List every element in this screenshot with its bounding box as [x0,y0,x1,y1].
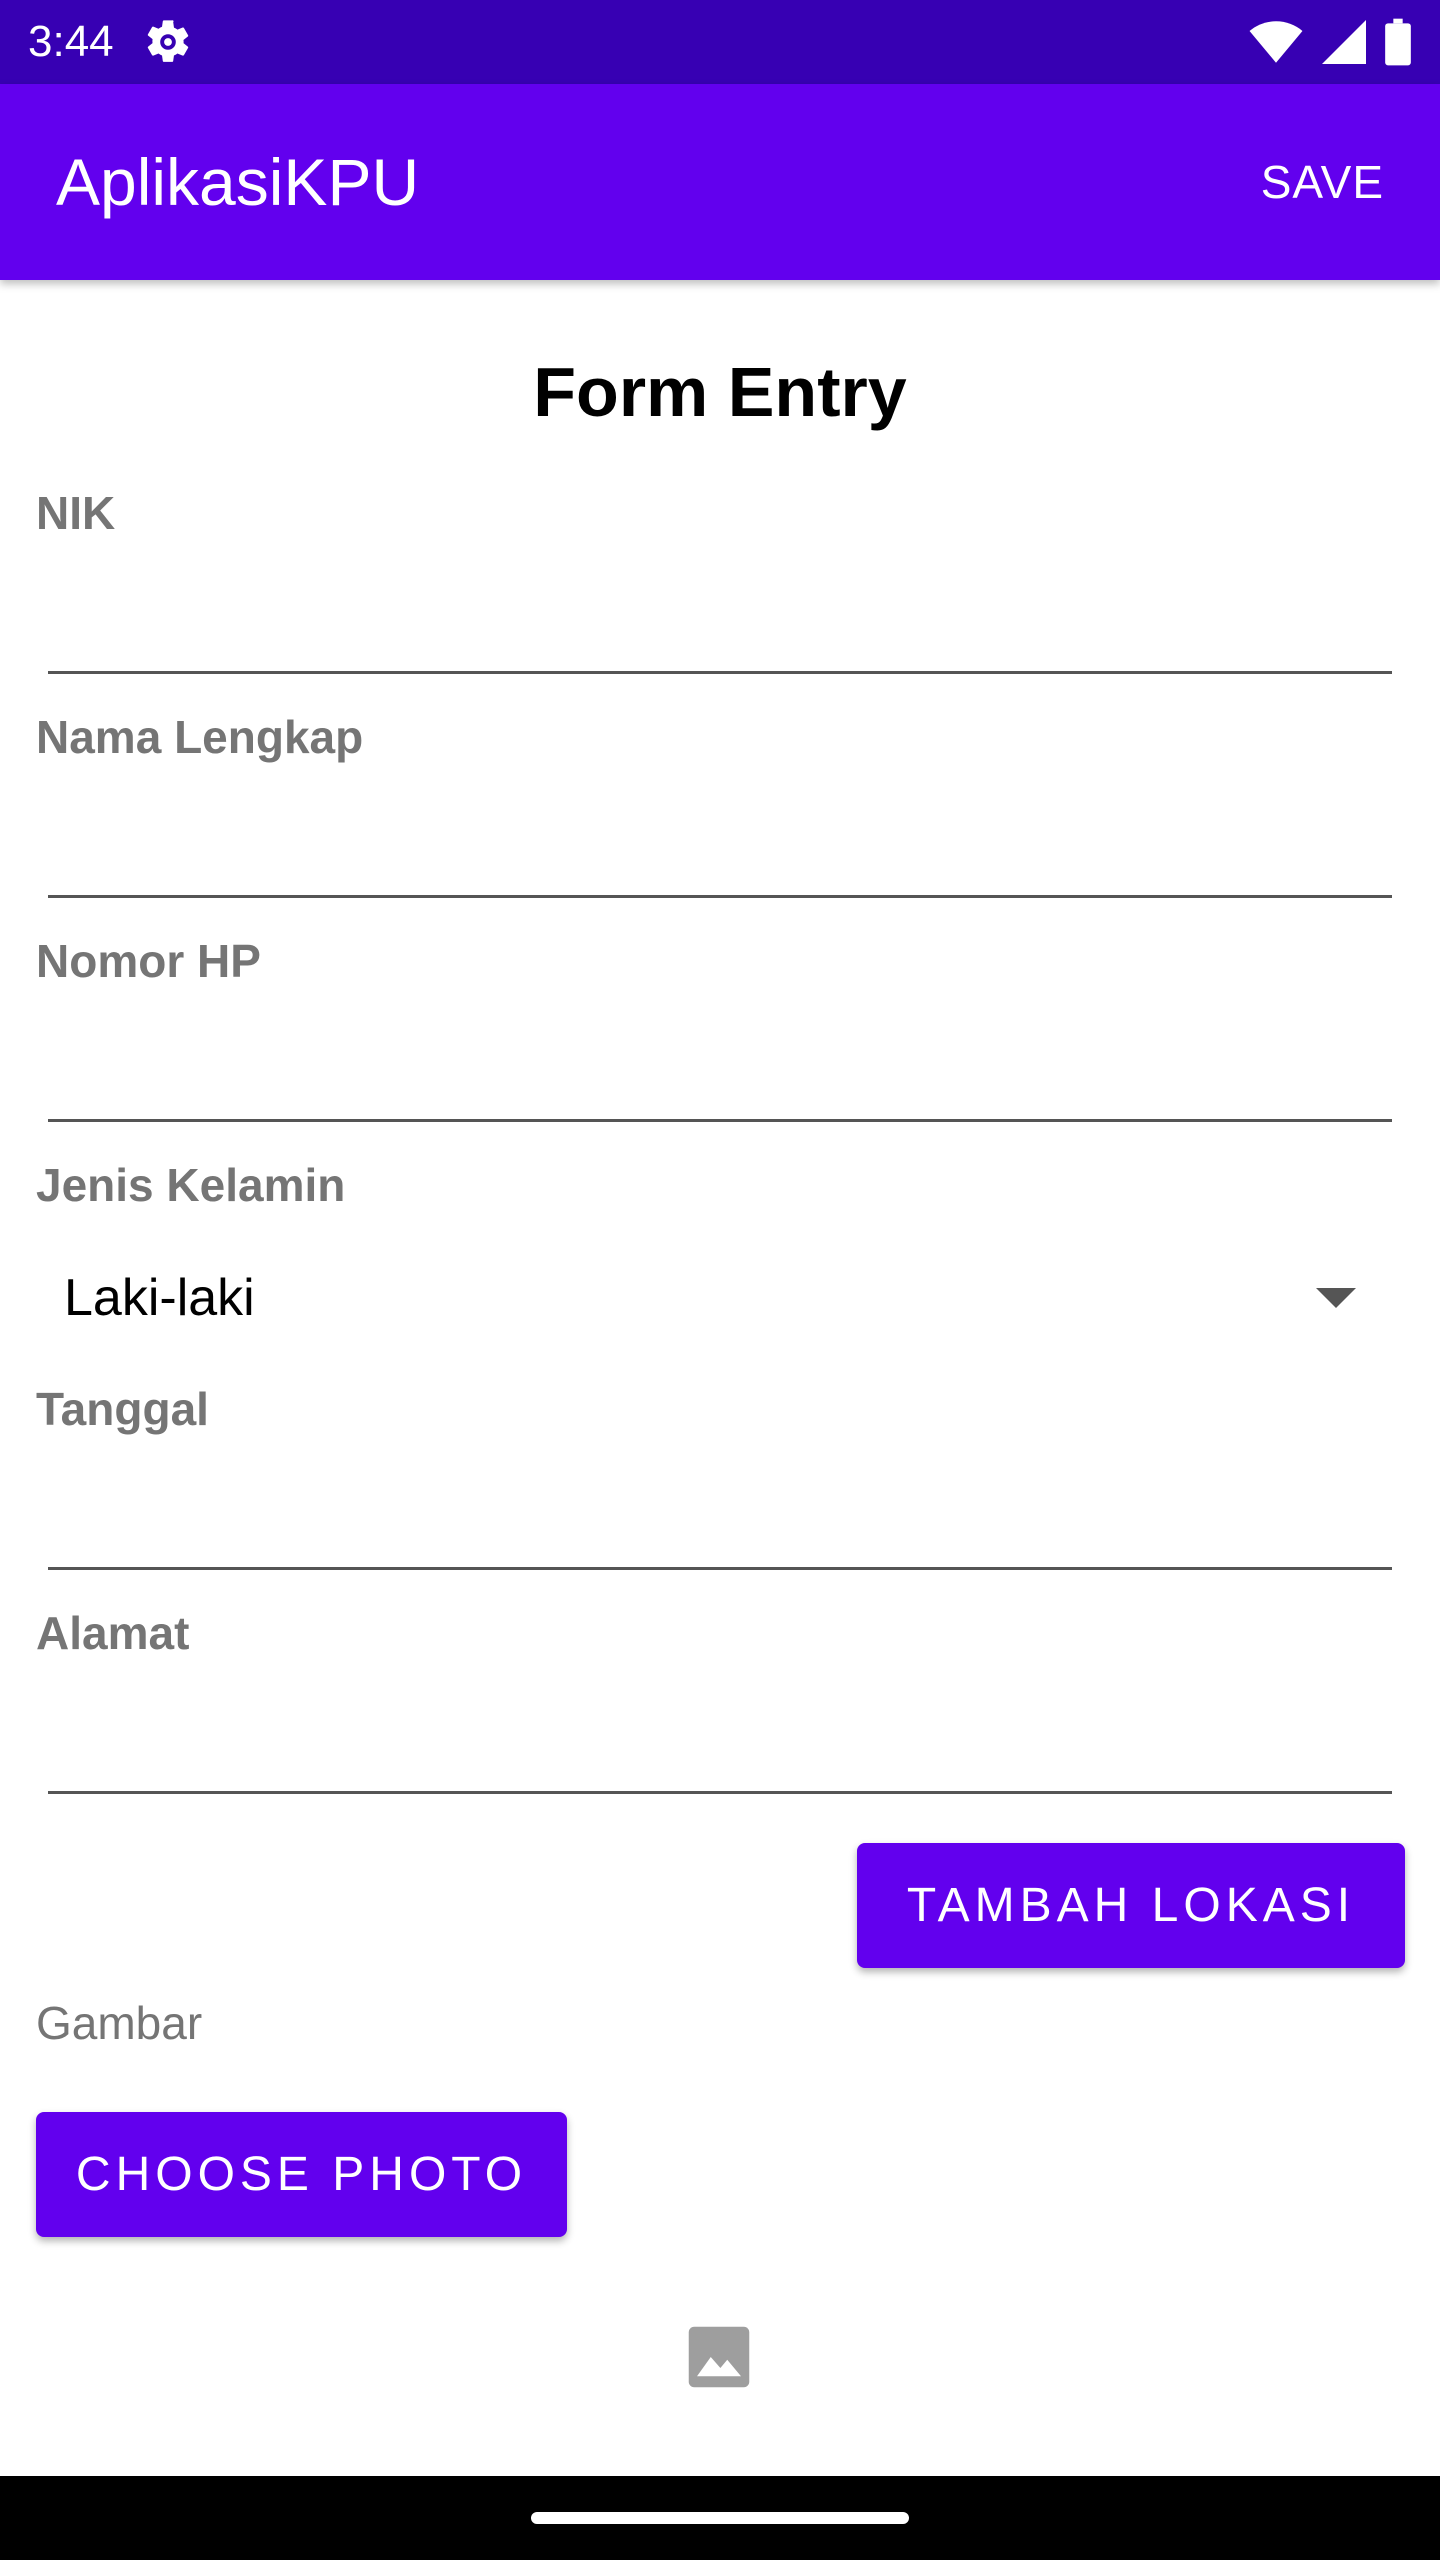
app-title: AplikasiKPU [56,145,420,219]
jenis-kelamin-dropdown[interactable]: Laki-laki [36,1250,1404,1346]
alamat-label: Alamat [36,1607,190,1659]
nomor-hp-label: Nomor HP [36,935,261,987]
dropdown-arrow-icon [1316,1288,1356,1308]
navigation-bar [0,2476,1440,2560]
battery-icon [1385,18,1411,66]
status-time: 3:44 [28,17,114,66]
jenis-kelamin-label: Jenis Kelamin [36,1159,346,1211]
app-bar: AplikasiKPU SAVE [0,84,1440,280]
nik-label: NIK [36,487,116,539]
gear-icon [147,20,189,62]
nama-lengkap-field[interactable] [48,802,1392,898]
app-screen: 3:44 AplikasiKPU SAVE Form Entry NIK Nam… [0,0,1440,2560]
image-icon [688,2326,750,2388]
nomor-hp-field[interactable] [48,1026,1392,1122]
alamat-field[interactable] [48,1698,1392,1794]
wifi-icon [1249,21,1303,63]
gambar-label: Gambar [36,1997,203,2049]
nama-lengkap-label: Nama Lengkap [36,711,364,763]
form-heading: Form Entry [533,353,907,431]
jenis-kelamin-selected: Laki-laki [64,1269,255,1327]
save-button[interactable]: SAVE [1249,84,1396,280]
tanggal-label: Tanggal [36,1383,209,1435]
home-handle[interactable] [531,2512,909,2524]
tanggal-field[interactable] [48,1474,1392,1570]
status-bar: 3:44 [0,0,1440,84]
status-icons [1248,16,1412,68]
nik-field[interactable] [48,578,1392,674]
cell-signal-icon [1322,20,1366,64]
tambah-lokasi-button[interactable]: TAMBAH LOKASI [857,1843,1405,1968]
choose-photo-button[interactable]: CHOOSE PHOTO [36,2112,567,2237]
